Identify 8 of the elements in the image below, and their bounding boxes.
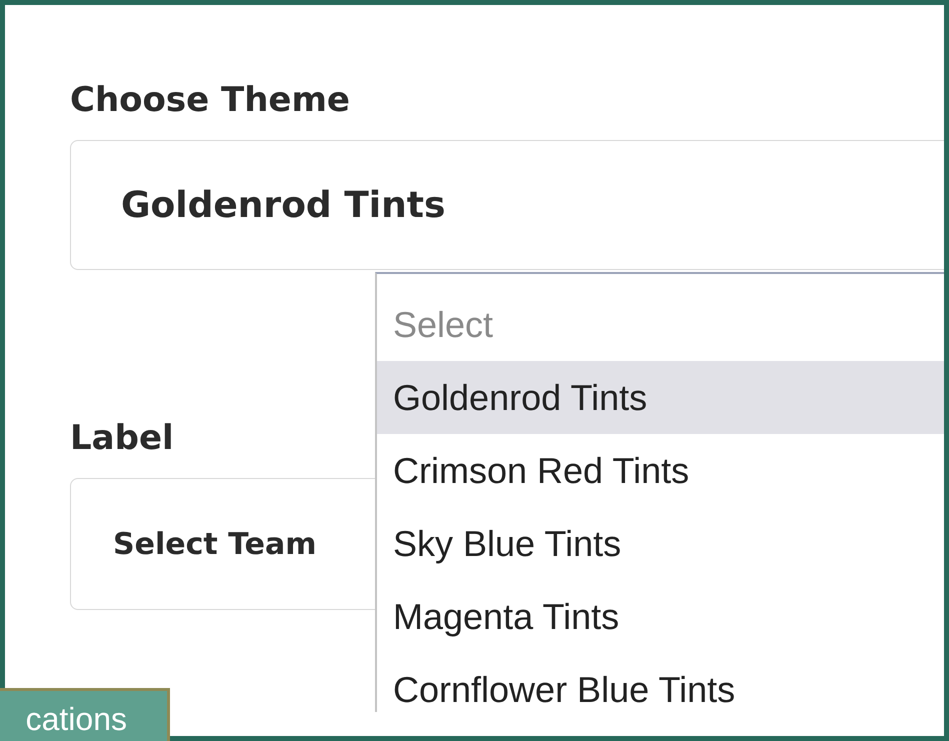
field-label: Label xyxy=(70,418,174,458)
field-label: Choose Theme xyxy=(70,80,350,120)
select-field[interactable]: Goldenrod Tints xyxy=(70,140,944,270)
dropdown-option[interactable]: Crimson Red Tints xyxy=(377,434,944,507)
dropdown-option[interactable]: Cornflower Blue Tints xyxy=(377,653,944,712)
dropdown-option[interactable]: Magenta Tints xyxy=(377,580,944,653)
dropdown-option[interactable]: Sky Blue Tints xyxy=(377,507,944,580)
dropdown-option[interactable]: Goldenrod Tints xyxy=(377,361,944,434)
